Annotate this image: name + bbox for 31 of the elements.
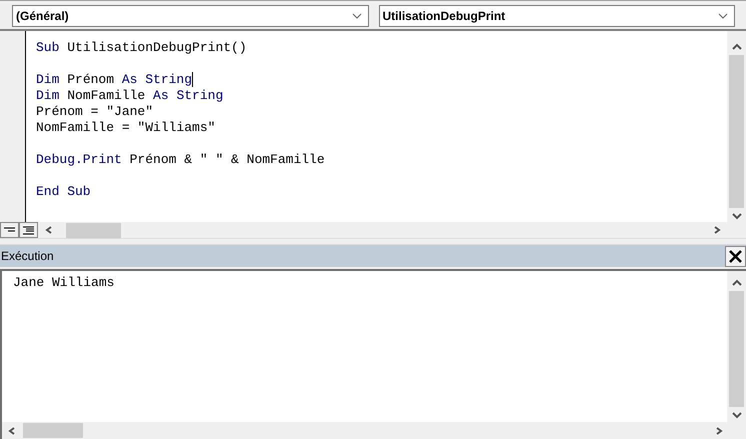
code-line: Dim NomFamille As String	[36, 88, 224, 104]
code-line: Debug.Print Prénom & " " & NomFamille	[36, 152, 326, 168]
close-button[interactable]	[725, 246, 746, 266]
scroll-up-icon[interactable]	[732, 43, 742, 51]
code-line: Sub UtilisationDebugPrint()	[36, 40, 248, 56]
scroll-left-icon[interactable]	[44, 226, 54, 234]
lines-icon	[23, 226, 34, 234]
close-icon	[729, 250, 742, 262]
chevron-down-icon	[718, 13, 728, 19]
chevron-down-icon	[352, 13, 362, 19]
immediate-output[interactable]: Jane Williams	[2, 271, 727, 422]
scroll-up-icon[interactable]	[732, 279, 742, 287]
scroll-down-icon[interactable]	[732, 411, 742, 419]
procedure-dropdown[interactable]: UtilisationDebugPrint	[378, 5, 735, 27]
full-module-view-button[interactable]	[19, 222, 38, 238]
scroll-right-icon[interactable]	[712, 226, 722, 234]
code-editor[interactable]: Sub UtilisationDebugPrint() Dim Prénom As String Dim NomFamille As String Prénom = "Jane" NomFamille = "Williams" Debug.Print Prénom & " " & NomFamille End Sub	[26, 31, 727, 222]
pane-title: Exécution	[0, 249, 54, 263]
code-line: Dim Prénom As String	[36, 72, 194, 88]
scrollbar-thumb[interactable]	[23, 423, 83, 438]
scroll-left-icon[interactable]	[7, 426, 17, 434]
procedure-view-button[interactable]	[0, 222, 19, 238]
lines-icon	[4, 226, 15, 234]
output-line: Jane Williams	[13, 275, 116, 291]
scroll-right-icon[interactable]	[714, 426, 724, 434]
scrollbar-thumb[interactable]	[66, 222, 121, 238]
code-line: End Sub	[36, 184, 92, 200]
code-line: Prénom = "Jane"	[36, 104, 154, 120]
object-dropdown[interactable]: (Général)	[12, 5, 368, 27]
scroll-down-icon[interactable]	[732, 212, 742, 220]
code-line: NomFamille = "Williams"	[36, 120, 216, 136]
